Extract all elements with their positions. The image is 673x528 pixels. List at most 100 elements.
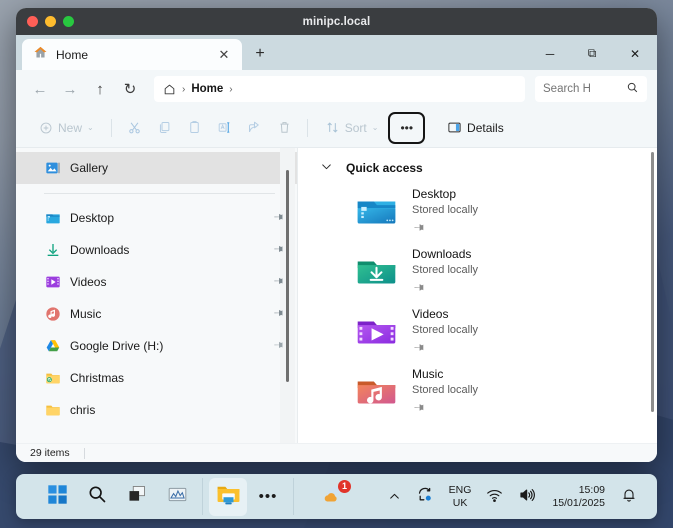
search-icon[interactable] [626,81,639,97]
search-box[interactable] [535,76,647,102]
tile-subtitle: Stored locally [412,323,479,336]
sidebar-item-label: Desktop [70,211,115,225]
sidebar-item-chris[interactable]: chris [16,394,297,426]
paste-button[interactable] [180,113,209,143]
tab-close-icon[interactable]: ✕ [214,45,234,65]
sidebar-item-music[interactable]: Music [16,298,297,330]
sidebar-item-christmas[interactable]: Christmas [16,362,297,394]
taskbar-divider-right [293,478,294,515]
sidebar-item-gallery[interactable]: Gallery [16,152,297,184]
new-tab-button[interactable]: + [245,40,275,68]
taskbar-overflow-button[interactable]: ••• [249,478,287,516]
file-explorer-window: minipc.local Home ✕ + ─ ⧉ ✕ ← → ↑ ↻ › Ho… [16,8,657,462]
sidebar-item-google-drive[interactable]: Google Drive (H:) [16,330,297,362]
sidebar-item-desktop[interactable]: Desktop [16,202,297,234]
wifi-button[interactable] [480,479,509,515]
clock-button[interactable]: 15:09 15/01/2025 [545,484,612,509]
quick-access-tile-downloads[interactable]: Downloads Stored locally [298,242,657,302]
tray-expand-button[interactable] [382,479,407,515]
cut-icon [127,120,142,135]
content-scrollbar-thumb[interactable] [651,152,654,412]
minimize-button[interactable]: ─ [529,37,571,70]
google-drive-icon [44,338,61,355]
cut-button[interactable] [120,113,149,143]
task-view-icon [127,484,147,509]
music-folder-icon [44,306,61,323]
music-folder-icon [355,369,398,412]
weather-badge: 1 [338,479,351,493]
sort-button[interactable]: Sort ⌄ [316,113,388,143]
breadcrumb-separator-1: › [182,83,186,95]
tile-text: Videos Stored locally [412,305,478,358]
sidebar-scrollbar-thumb[interactable] [286,170,289,382]
onedrive-button[interactable] [410,479,440,515]
address-bar[interactable]: › Home › [154,76,525,102]
up-button[interactable]: ↑ [86,75,114,103]
share-button[interactable] [240,113,269,143]
navigation-sidebar: Gallery Desktop Downloads Videos Music G… [16,148,297,443]
gallery-icon [44,160,61,177]
synced-folder-icon [44,370,61,387]
tile-name: Videos [412,307,449,321]
tile-text: Music Stored locally [412,365,478,418]
widgets-button[interactable] [158,478,196,516]
delete-button[interactable] [270,113,299,143]
system-tray: ENG UK 15:09 15/01/2025 [382,479,657,515]
details-pane-button[interactable]: Details [440,113,511,143]
search-button[interactable] [78,478,116,516]
maximize-button[interactable]: ⧉ [571,37,613,70]
breadcrumb-separator-2[interactable]: › [229,84,232,95]
back-button[interactable]: ← [26,75,54,103]
file-explorer-button[interactable] [209,477,247,516]
tab-label: Home [56,47,89,62]
desktop-folder-icon [355,189,398,232]
quick-access-tile-desktop[interactable]: Desktop Stored locally [298,182,657,242]
forward-button[interactable]: → [56,75,84,103]
notifications-button[interactable] [615,479,643,515]
search-input[interactable] [543,83,622,95]
item-count-label: 29 items [30,447,70,459]
task-view-button[interactable] [118,478,156,516]
start-button[interactable] [38,478,76,516]
tab-home[interactable]: Home ✕ [22,39,242,70]
content-pane: Quick access Desktop Stored locally Down… [297,148,657,443]
rename-button[interactable] [210,113,239,143]
window-body: Gallery Desktop Downloads Videos Music G… [16,148,657,443]
details-button-label: Details [467,120,504,135]
clock-date: 15/01/2025 [552,496,605,509]
sort-button-label: Sort [344,120,367,135]
new-button[interactable]: New ⌄ [30,113,103,143]
weather-button[interactable]: 1 [314,478,352,516]
breadcrumb-home-icon[interactable] [163,83,176,96]
quick-access-group-header[interactable]: Quick access [298,148,657,182]
close-button[interactable]: ✕ [613,37,657,70]
sidebar-item-label: Music [70,307,102,321]
breadcrumb-item-home[interactable]: Home [191,83,223,95]
group-title: Quick access [346,161,423,175]
see-more-button[interactable]: ••• [388,111,426,144]
pin-icon [408,338,427,357]
maximize-window-dot[interactable] [63,16,74,27]
minimize-window-dot[interactable] [45,16,56,27]
refresh-button[interactable]: ↻ [116,75,144,103]
wifi-icon [486,487,503,507]
sidebar-item-label: Google Drive (H:) [70,339,164,353]
volume-button[interactable] [512,479,542,515]
copy-button[interactable] [150,113,179,143]
bell-icon [621,487,637,506]
sidebar-item-downloads[interactable]: Downloads [16,234,297,266]
details-pane-icon [447,120,462,135]
tile-name: Desktop [412,187,457,201]
quick-access-tile-music[interactable]: Music Stored locally [298,362,657,422]
sidebar-item-label: Videos [70,275,107,289]
close-window-dot[interactable] [27,16,38,27]
taskbar-left-group [16,478,196,516]
chevron-down-icon[interactable] [320,160,333,176]
sidebar-item-videos[interactable]: Videos [16,266,297,298]
sort-icon [325,120,340,135]
language-indicator[interactable]: ENG UK [443,484,478,508]
tile-text: Desktop Stored locally [412,185,478,238]
folder-icon [44,402,61,419]
quick-access-tile-videos[interactable]: Videos Stored locally [298,302,657,362]
language-line1: ENG [448,484,472,497]
